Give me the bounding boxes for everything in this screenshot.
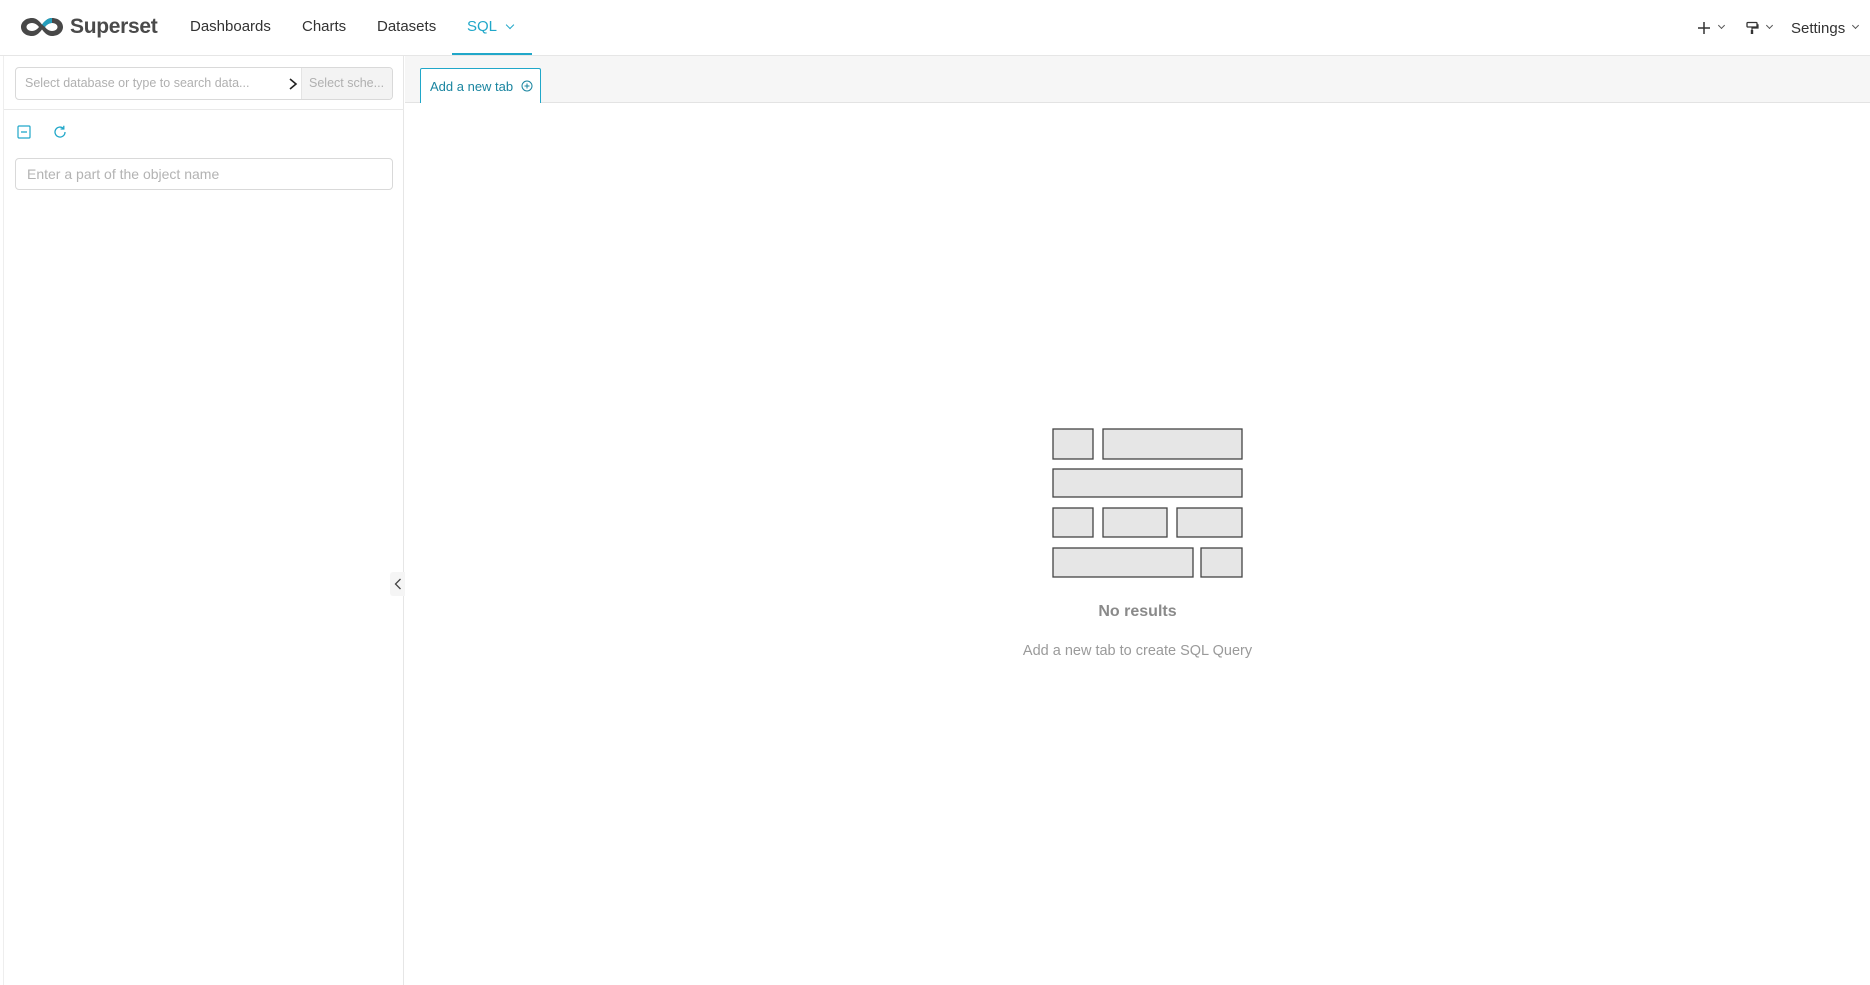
new-menu-trigger[interactable] bbox=[1697, 0, 1726, 56]
superset-logo-icon bbox=[21, 18, 63, 36]
chevron-down-icon bbox=[1852, 21, 1860, 29]
add-new-tab-button[interactable]: Add a new tab bbox=[420, 68, 541, 103]
empty-state-title: No results bbox=[1098, 603, 1177, 620]
collapse-panel-handle[interactable] bbox=[390, 572, 405, 596]
brand-logo[interactable]: Superset bbox=[18, 12, 158, 42]
sql-left-panel: Select database or type to search data..… bbox=[3, 56, 405, 985]
nav-dashboards[interactable]: Dashboards bbox=[190, 0, 271, 56]
empty-state: No results Add a new tab to create SQL Q… bbox=[405, 103, 1870, 985]
schema-select[interactable]: Select sche... bbox=[301, 68, 392, 99]
nav-datasets[interactable]: Datasets bbox=[377, 0, 436, 56]
plus-icon bbox=[1698, 22, 1710, 34]
add-new-tab-label: Add a new tab bbox=[430, 78, 514, 94]
database-select[interactable]: Select database or type to search data..… bbox=[16, 68, 301, 99]
object-name-search-input[interactable] bbox=[15, 158, 393, 190]
active-nav-indicator bbox=[452, 53, 532, 55]
database-schema-selector[interactable]: Select database or type to search data..… bbox=[15, 67, 393, 100]
collapse-all-icon[interactable] bbox=[16, 124, 32, 140]
empty-grid-icon bbox=[1052, 428, 1243, 578]
query-tab-strip: Add a new tab bbox=[405, 56, 1870, 103]
top-navbar: Superset Dashboards Charts Datasets SQL … bbox=[0, 0, 1870, 56]
chevron-right-icon bbox=[289, 78, 298, 90]
panel-divider bbox=[4, 109, 404, 110]
chevron-down-icon bbox=[1717, 21, 1726, 29]
settings-label: Settings bbox=[1791, 19, 1846, 37]
nav-sql-label: SQL bbox=[467, 18, 498, 35]
add-circle-icon bbox=[521, 80, 533, 92]
nav-sql[interactable]: SQL bbox=[467, 0, 515, 56]
empty-state-description: Add a new tab to create SQL Query bbox=[1022, 643, 1253, 659]
refresh-icon[interactable] bbox=[52, 124, 68, 140]
settings-menu-trigger[interactable]: Settings bbox=[1791, 0, 1860, 56]
chevron-left-icon bbox=[394, 578, 401, 590]
chevron-down-icon bbox=[1765, 21, 1774, 29]
chevron-down-icon bbox=[505, 20, 515, 30]
nav-charts[interactable]: Charts bbox=[302, 0, 346, 56]
brand-name: Superset bbox=[70, 15, 158, 38]
theme-menu-trigger[interactable] bbox=[1745, 0, 1774, 56]
paint-brush-icon bbox=[1746, 21, 1759, 34]
